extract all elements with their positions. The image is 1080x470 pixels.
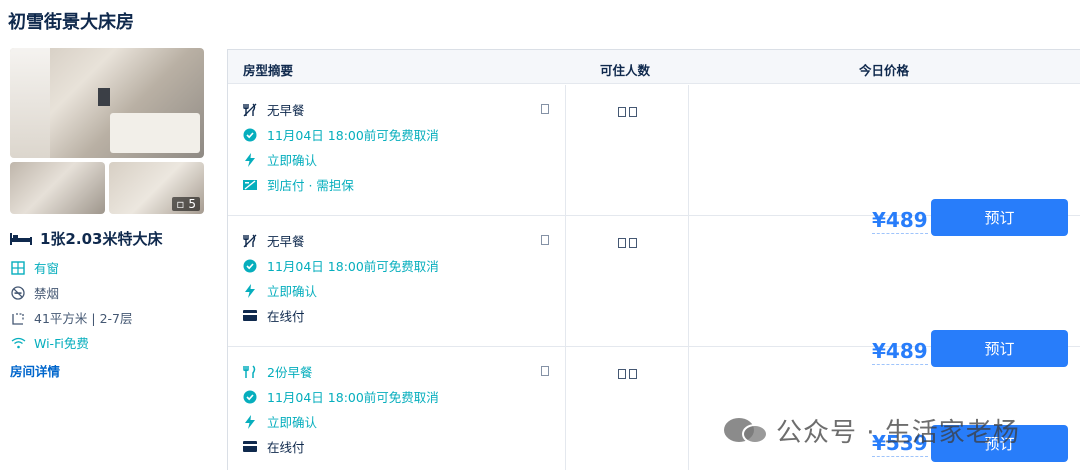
- payment-feature: 到店付 · 需担保: [243, 175, 354, 194]
- rate-plan-table: 房型摘要 可住人数 今日价格 无早餐 11月04日 18:00前可免费取消 立即…: [227, 49, 1080, 470]
- wechat-logo-icon: [724, 416, 770, 446]
- payment-feature: 在线付: [243, 306, 305, 325]
- room-thumbnail-more[interactable]: ▫ 5: [109, 162, 204, 214]
- bed-type: 1张2.03米特大床: [10, 228, 205, 249]
- card-icon: [243, 309, 257, 323]
- meal-feature: 无早餐: [243, 100, 305, 119]
- amenity-window: 有窗: [10, 255, 205, 280]
- wifi-icon: [10, 335, 26, 351]
- info-icon[interactable]: [541, 235, 549, 245]
- amenity-wifi: Wi-Fi免费: [10, 330, 205, 355]
- cutlery-crossed-icon: [243, 103, 257, 117]
- occupancy-icon: [618, 238, 638, 250]
- room-info-panel: ▫ 5 1张2.03米特大床 有窗 禁烟 41平方米 | 2-7层 Wi-Fi免…: [10, 48, 205, 380]
- info-icon[interactable]: [541, 366, 549, 376]
- room-title: 初雪街景大床房: [8, 12, 134, 33]
- cutlery-crossed-icon: [243, 234, 257, 248]
- pay-at-hotel-icon: [243, 178, 257, 192]
- confirm-feature: 立即确认: [243, 281, 317, 300]
- info-icon[interactable]: [541, 104, 549, 114]
- area-icon: [10, 310, 26, 326]
- room-thumbnail[interactable]: [10, 162, 105, 214]
- cancel-feature: 11月04日 18:00前可免费取消: [243, 256, 439, 275]
- watermark: 公众号 · 生活家老杨: [724, 412, 1020, 449]
- header-occupancy: 可住人数: [600, 63, 651, 78]
- photo-count-badge: ▫ 5: [172, 197, 200, 211]
- amenity-area-floor: 41平方米 | 2-7层: [10, 305, 205, 330]
- occupancy-icon: [618, 107, 638, 119]
- header-summary: 房型摘要: [243, 63, 294, 78]
- check-circle-icon: [243, 259, 257, 273]
- room-main-photo[interactable]: [10, 48, 204, 158]
- meal-feature: 无早餐: [243, 231, 305, 250]
- table-row: 无早餐 11月04日 18:00前可免费取消 立即确认 到店付 · 需担保 ¥4…: [228, 85, 1080, 236]
- photo-icon: ▫: [176, 197, 185, 211]
- check-circle-icon: [243, 390, 257, 404]
- amenity-no-smoking: 禁烟: [10, 280, 205, 305]
- table-header: 房型摘要 可住人数 今日价格: [228, 50, 1080, 84]
- meal-feature: 2份早餐: [243, 362, 312, 381]
- confirm-feature: 立即确认: [243, 150, 317, 169]
- check-circle-icon: [243, 128, 257, 142]
- header-price: 今日价格: [859, 63, 910, 78]
- lightning-icon: [243, 414, 257, 429]
- cancel-feature: 11月04日 18:00前可免费取消: [243, 125, 439, 144]
- room-details-link[interactable]: 房间详情: [10, 361, 205, 380]
- confirm-feature: 立即确认: [243, 412, 317, 431]
- no-smoking-icon: [10, 285, 26, 301]
- table-row: 2份早餐 11月04日 18:00前可免费取消 立即确认 在线付 ¥539 预订: [228, 347, 1080, 470]
- window-icon: [10, 260, 26, 276]
- bed-icon: [10, 232, 32, 245]
- lightning-icon: [243, 152, 257, 167]
- lightning-icon: [243, 283, 257, 298]
- cancel-feature: 11月04日 18:00前可免费取消: [243, 387, 439, 406]
- table-row: 无早餐 11月04日 18:00前可免费取消 立即确认 在线付 ¥489 预订: [228, 216, 1080, 367]
- cutlery-icon: [243, 364, 257, 379]
- card-icon: [243, 440, 257, 454]
- occupancy-icon: [618, 369, 638, 381]
- payment-feature: 在线付: [243, 437, 305, 456]
